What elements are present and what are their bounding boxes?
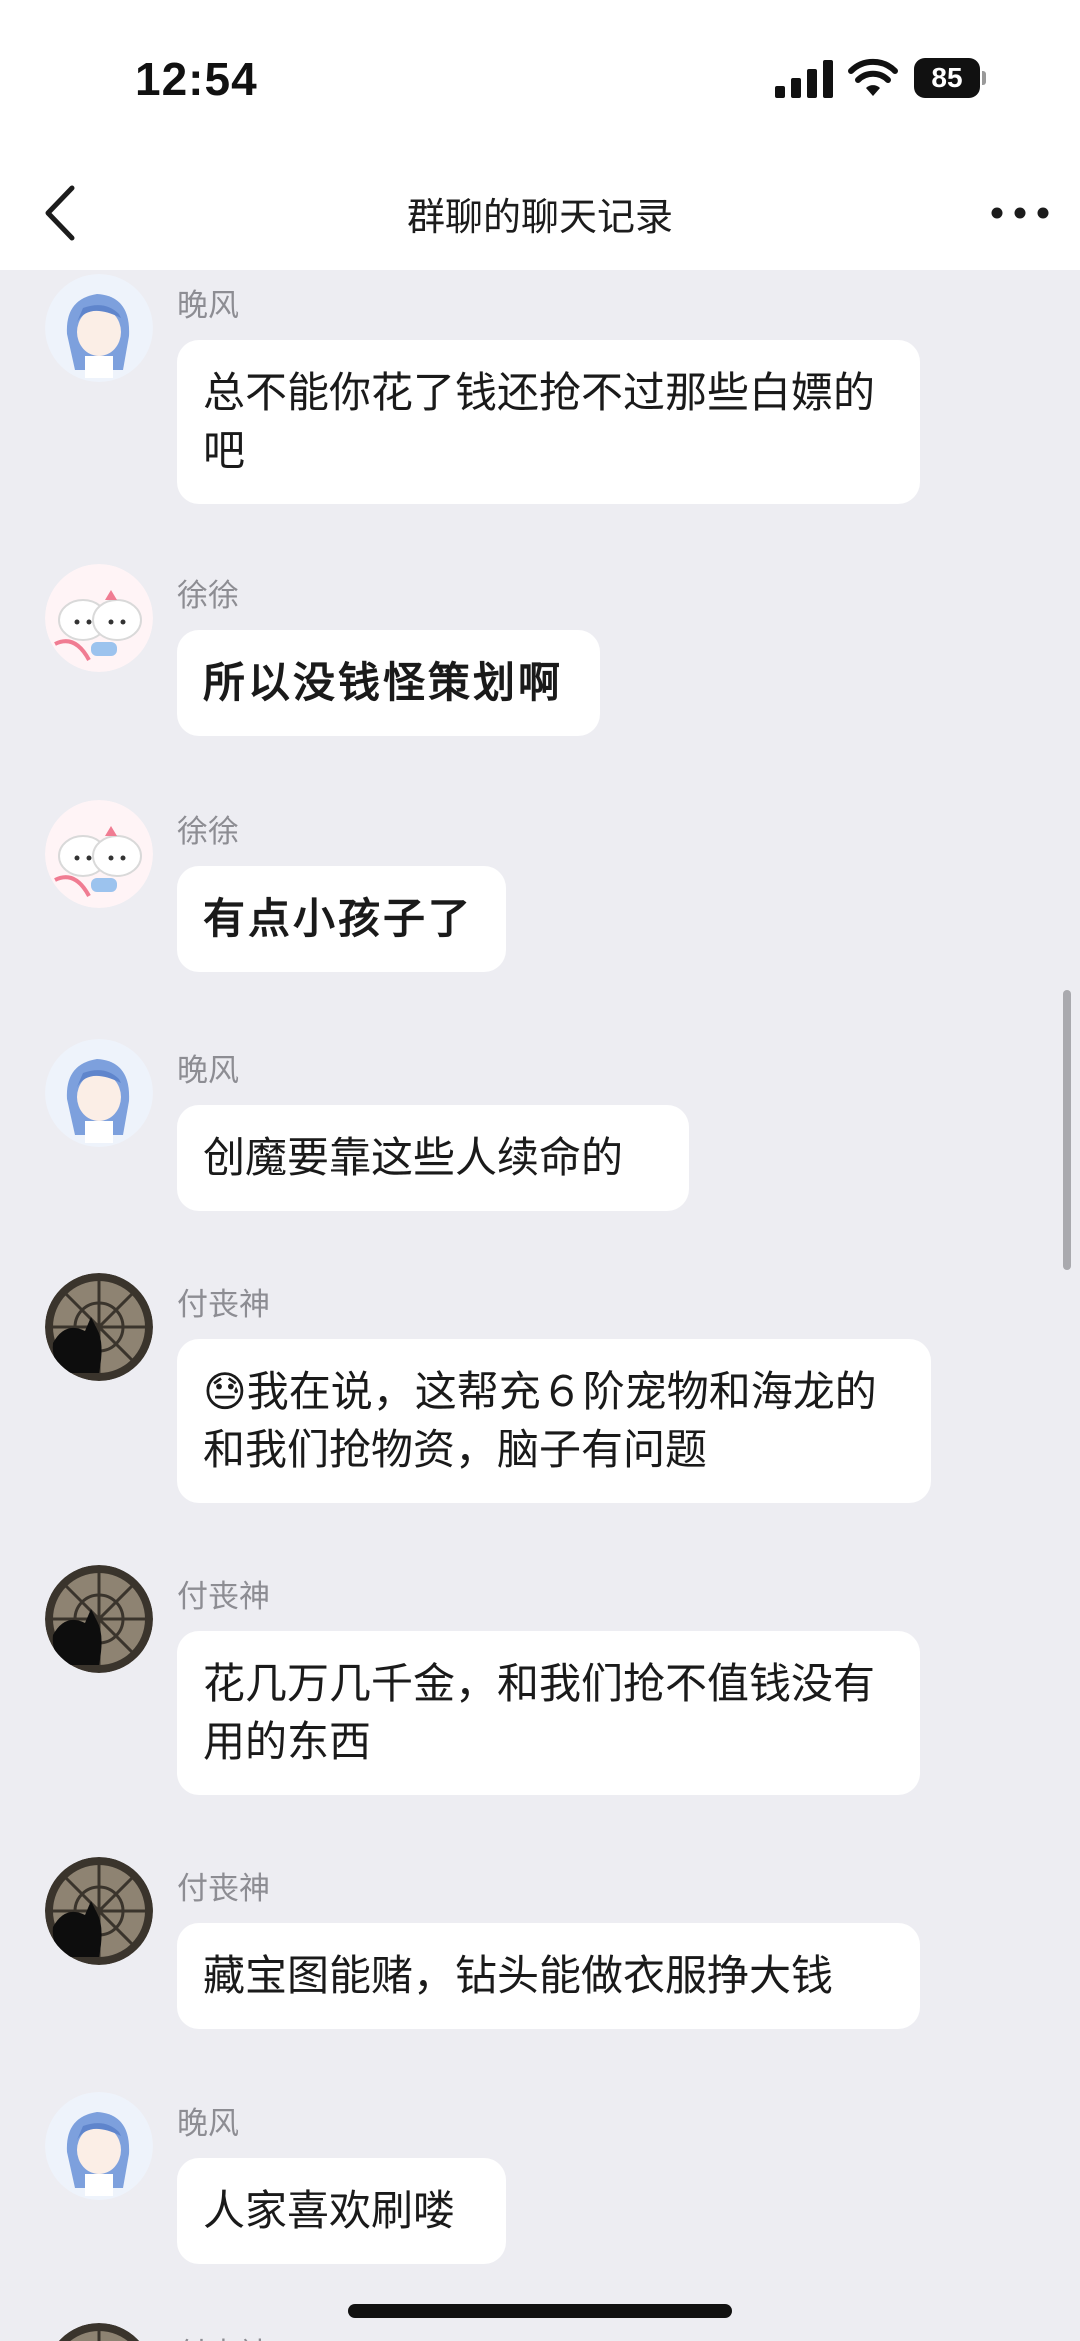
status-bar: 12:54 85: [0, 0, 1080, 150]
sender-name: 付丧神: [177, 1287, 270, 1323]
avatar[interactable]: [45, 800, 153, 908]
hello-kitty-avatar-icon: [45, 800, 153, 908]
avatar[interactable]: [45, 1273, 153, 1381]
battery-icon: 85: [914, 58, 986, 98]
avatar[interactable]: [45, 1039, 153, 1147]
avatar[interactable]: [45, 2092, 153, 2200]
dark-cat-avatar-icon: [45, 1565, 153, 1673]
avatar[interactable]: [45, 274, 153, 382]
message-bubble[interactable]: 人家喜欢刷喽: [177, 2158, 506, 2264]
sweat-emoji-icon: 😓: [203, 1367, 247, 1416]
message-text: 我在说，这帮充６阶宠物和海龙的和我们抢物资，脑子有问题: [203, 1367, 877, 1474]
battery-level: 85: [914, 58, 980, 98]
nav-bar: 群聊的聊天记录: [0, 150, 1080, 270]
anime-girl-avatar-icon: [45, 2092, 153, 2200]
avatar[interactable]: [45, 1565, 153, 1673]
message-bubble[interactable]: 藏宝图能赌，钻头能做衣服挣大钱: [177, 1923, 920, 2029]
status-time: 12:54: [135, 53, 258, 105]
wifi-icon: [848, 58, 898, 96]
sender-name: 徐徐: [177, 578, 239, 614]
more-button[interactable]: [985, 188, 1055, 238]
sender-name: 晚风: [177, 288, 239, 324]
sender-name: 晚风: [177, 1053, 239, 1089]
avatar[interactable]: [45, 2323, 153, 2341]
message-bubble[interactable]: 有点小孩子了: [177, 866, 506, 972]
avatar[interactable]: [45, 564, 153, 672]
sender-name: 晚风: [177, 2106, 239, 2142]
signal-icon: [775, 60, 833, 98]
message-bubble[interactable]: 创魔要靠这些人续命的: [177, 1105, 689, 1211]
sender-name: 付丧神: [177, 2329, 270, 2341]
dark-cat-avatar-icon: [45, 1273, 153, 1381]
dark-cat-avatar-icon: [45, 1857, 153, 1965]
more-dots-icon: [991, 207, 1049, 219]
hello-kitty-avatar-icon: [45, 564, 153, 672]
sender-name: 徐徐: [177, 814, 239, 850]
scrollbar[interactable]: [1063, 990, 1071, 1270]
avatar[interactable]: [45, 1857, 153, 1965]
page-title: 群聊的聊天记录: [406, 195, 673, 239]
message-bubble[interactable]: 所以没钱怪策划啊: [177, 630, 600, 736]
message-bubble[interactable]: 总不能你花了钱还抢不过那些白嫖的吧: [177, 340, 920, 504]
chat-history-list[interactable]: 晚风 总不能你花了钱还抢不过那些白嫖的吧 徐徐 所以没钱怪策划啊 徐徐 有点小孩…: [0, 270, 1080, 2341]
dark-cat-avatar-icon: [58, 2323, 140, 2341]
home-indicator[interactable]: [348, 2304, 732, 2318]
message-bubble[interactable]: 😓我在说，这帮充６阶宠物和海龙的和我们抢物资，脑子有问题: [177, 1339, 931, 1503]
anime-girl-avatar-icon: [45, 1039, 153, 1147]
sender-name: 付丧神: [177, 1579, 270, 1615]
message-bubble[interactable]: 花几万几千金，和我们抢不值钱没有用的东西: [177, 1631, 920, 1795]
sender-name: 付丧神: [177, 1871, 270, 1907]
anime-girl-avatar-icon: [45, 274, 153, 382]
